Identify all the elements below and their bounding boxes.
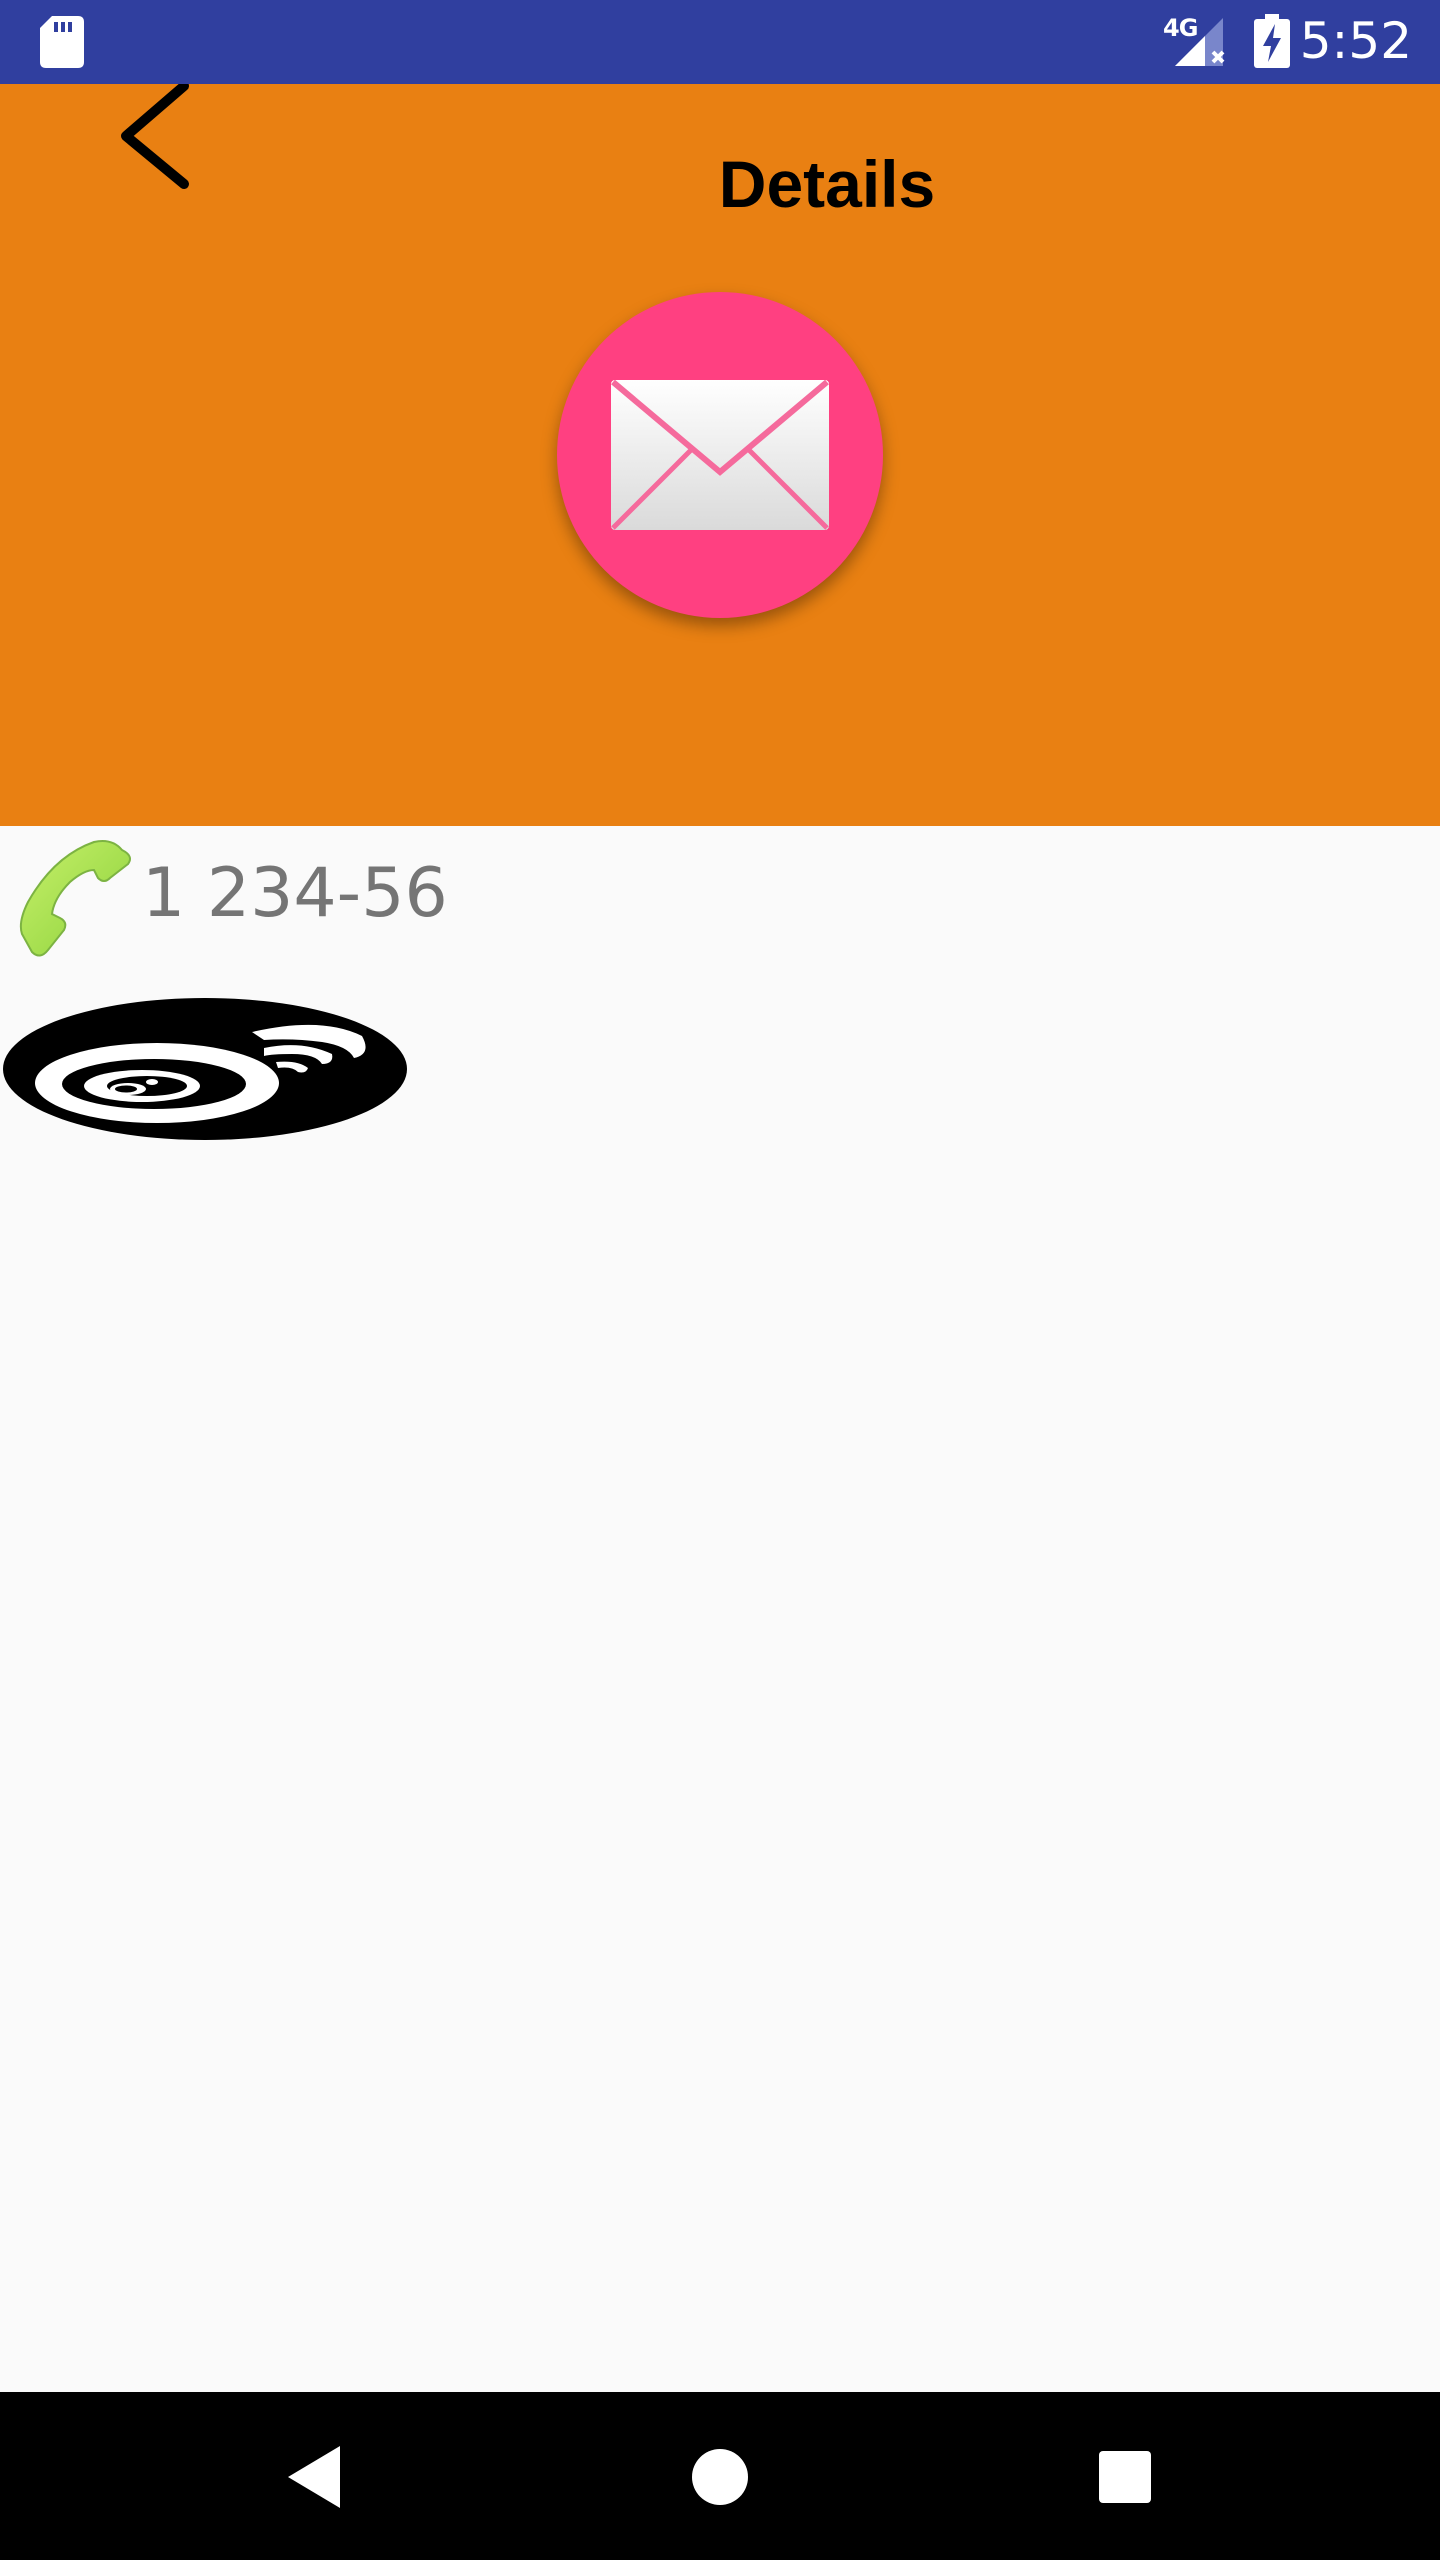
nav-back-icon[interactable] [270, 2432, 360, 2522]
details-header: Details [0, 84, 1440, 826]
weibo-icon[interactable] [2, 996, 408, 1142]
cellular-signal-icon [1175, 18, 1225, 66]
envelope-icon [611, 380, 829, 530]
phone-handset-icon [19, 840, 131, 957]
system-navigation-bar [0, 2392, 1440, 2560]
phone-row[interactable]: 1 234-56 [0, 826, 1440, 966]
sd-card-icon [40, 16, 84, 68]
phone-number: 1 234-56 [142, 854, 448, 933]
nav-home-icon[interactable] [675, 2432, 765, 2522]
page-title: Details [718, 147, 936, 221]
status-clock: 5:52 [1299, 12, 1412, 70]
battery-charging-icon [1254, 14, 1290, 68]
nav-recents-icon[interactable] [1080, 2432, 1170, 2522]
email-fab-button[interactable] [557, 292, 883, 618]
status-bar: 4G 5:52 [0, 0, 1440, 84]
